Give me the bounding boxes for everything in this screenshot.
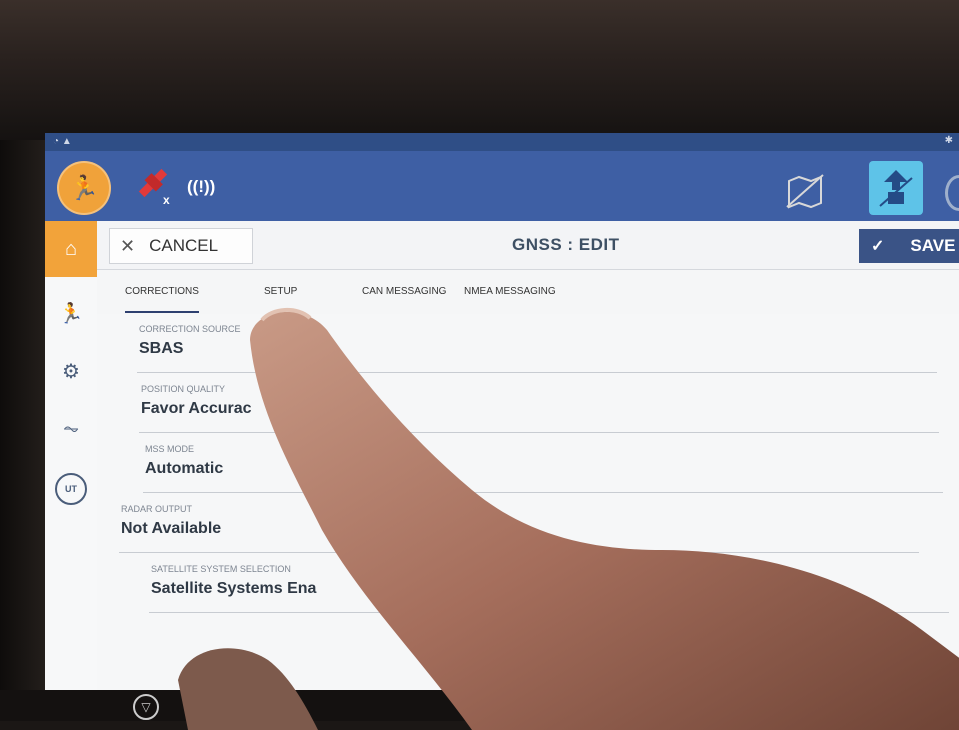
home-icon: ⌂ — [64, 237, 78, 260]
tab-corrections[interactable]: CORRECTIONS — [125, 286, 199, 313]
tab-can-messaging[interactable]: CAN MESSAGING — [362, 286, 446, 297]
page-header: ✕ CANCEL GNSS : EDIT ✓ SAVE — [97, 221, 959, 270]
field-value: Favor Accurac — [141, 400, 252, 417]
sidebar-item-run[interactable]: 🏃 — [45, 285, 97, 341]
wifi-icon: ◔ ▲ — [53, 136, 72, 147]
radio-signal-icon[interactable]: ((!)) — [187, 177, 215, 197]
list-item-mss-mode[interactable]: MSS MODE Automatic — [143, 434, 943, 493]
field-map-icon[interactable] — [785, 173, 825, 209]
settings-list: CORRECTION SOURCE SBAS POSITION QUALITY … — [97, 314, 959, 690]
field-label: SATELLITE SYSTEM SELECTION — [151, 564, 291, 574]
save-button[interactable]: ✓ SAVE — [859, 229, 959, 263]
checkmark-icon: ✓ — [871, 238, 885, 255]
run-mode-button[interactable]: 🏃 — [57, 161, 111, 215]
pulse-icon: ⏦ — [62, 417, 80, 440]
page-title: GNSS : EDIT — [512, 235, 620, 254]
tab-nmea-messaging[interactable]: NMEA MESSAGING — [464, 286, 556, 297]
field-value: Automatic — [145, 460, 224, 477]
close-icon: ✕ — [120, 235, 136, 256]
list-item-satellite-system-selection[interactable]: SATELLITE SYSTEM SELECTION Satellite Sys… — [149, 554, 949, 613]
screen-bezel-left — [0, 140, 45, 721]
field-value: Not Available — [121, 520, 222, 537]
running-person-icon: 🏃 — [58, 302, 84, 325]
ut-icon: UT — [55, 473, 87, 505]
bluetooth-icon: ✱ — [944, 135, 953, 146]
guidance-tractor-icon[interactable] — [869, 161, 923, 215]
compass-icon[interactable] — [945, 175, 959, 211]
field-label: POSITION QUALITY — [141, 384, 226, 394]
display-screen: ◔ ▲ ✱ 🏃 x ((!)) ⌂ 🏃 ⚙ ⏦ UT ✕ CANCEL GNSS… — [45, 133, 959, 690]
satellite-status-x-icon: x — [163, 193, 170, 207]
ut-label: UT — [65, 484, 77, 494]
power-icon[interactable]: ▽ — [133, 694, 159, 720]
save-label: SAVE — [910, 236, 956, 255]
cancel-button[interactable]: ✕ CANCEL — [109, 228, 253, 264]
field-label: MSS MODE — [145, 444, 195, 454]
cancel-label: CANCEL — [149, 236, 219, 255]
field-value: Satellite Systems Ena — [151, 580, 317, 597]
list-item-radar-output[interactable]: RADAR OUTPUT Not Available — [119, 494, 919, 553]
list-item-position-quality[interactable]: POSITION QUALITY Favor Accurac — [139, 374, 939, 433]
field-label: CORRECTION SOURCE — [139, 324, 241, 334]
screen-bezel-top — [0, 0, 959, 140]
sidebar: ⌂ 🏃 ⚙ ⏦ UT — [45, 221, 98, 690]
sidebar-item-universal-terminal[interactable]: UT — [45, 461, 97, 517]
tab-bar: CORRECTIONS SETUP CAN MESSAGING NMEA MES… — [97, 270, 959, 314]
gear-icon: ⚙ — [62, 360, 80, 383]
list-item-correction-source[interactable]: CORRECTION SOURCE SBAS — [137, 314, 937, 373]
sidebar-item-diagnostics[interactable]: ⏦ — [45, 401, 97, 457]
sidebar-item-implement-settings[interactable]: ⚙ — [45, 343, 97, 399]
field-label: RADAR OUTPUT — [121, 504, 193, 514]
tab-setup[interactable]: SETUP — [264, 286, 297, 297]
running-person-icon: 🏃 — [69, 174, 99, 202]
sidebar-item-home[interactable]: ⌂ — [45, 221, 97, 277]
status-bar: ◔ ▲ ✱ — [45, 133, 959, 151]
top-toolbar: 🏃 x ((!)) — [45, 151, 959, 221]
second-finger — [178, 648, 318, 730]
field-value: SBAS — [139, 340, 184, 357]
